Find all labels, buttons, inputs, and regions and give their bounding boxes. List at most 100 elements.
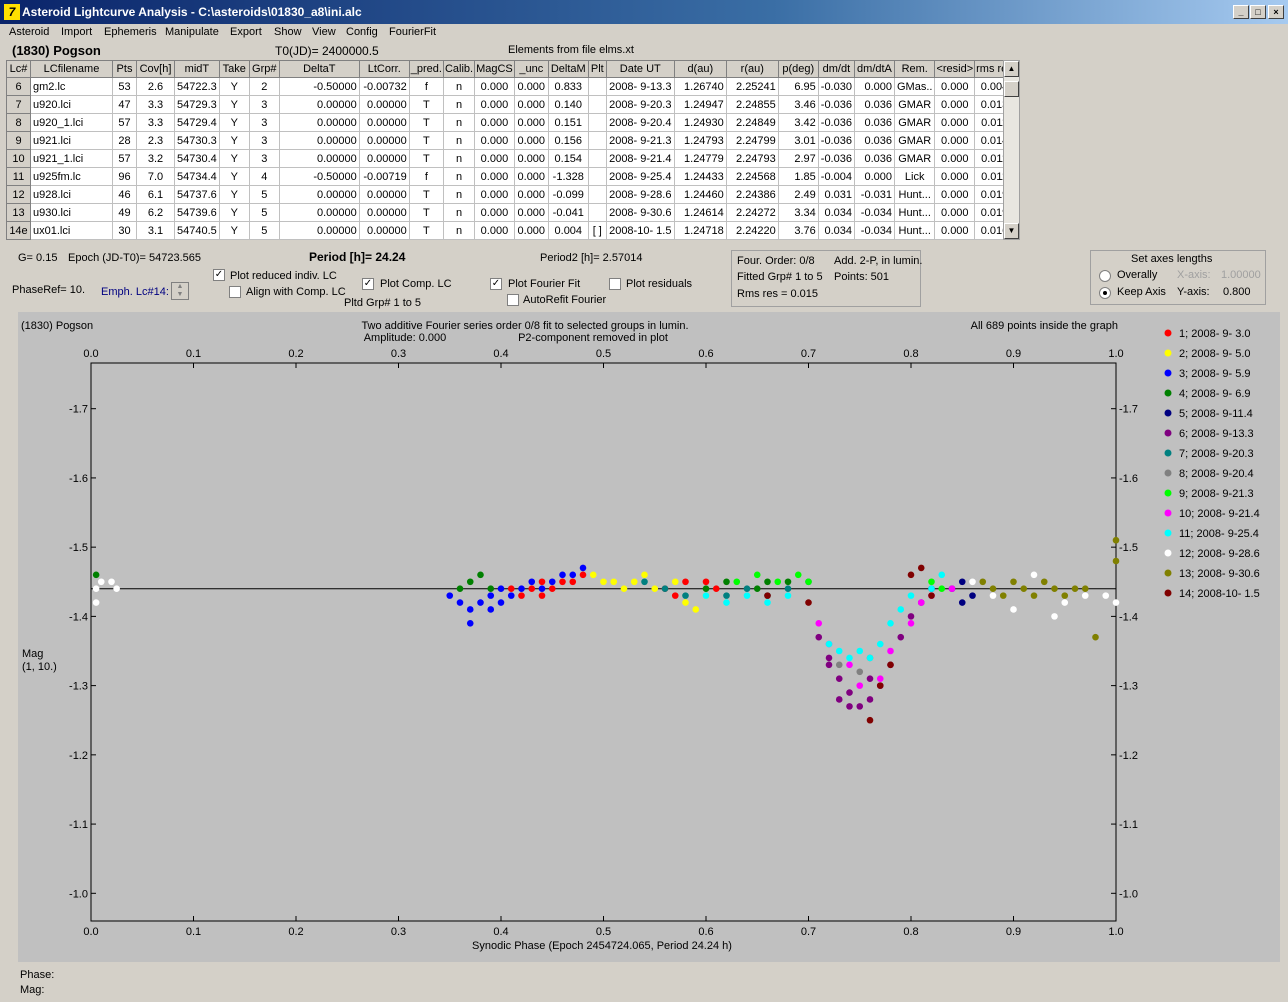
table-cell[interactable]: ux01.lci — [30, 221, 113, 240]
autorefit-checkbox[interactable] — [507, 294, 519, 306]
table-cell[interactable]: 0.000 — [474, 221, 515, 240]
table-cell[interactable]: -0.099 — [547, 185, 589, 204]
table-cell[interactable]: 0.000 — [513, 149, 549, 168]
column-header[interactable]: LCfilename — [30, 60, 113, 78]
table-cell[interactable]: 5 — [248, 203, 280, 222]
column-header[interactable]: DeltaM — [547, 60, 589, 78]
table-cell[interactable]: 2008- 9-30.6 — [605, 203, 675, 222]
table-cell[interactable]: 54739.6 — [174, 203, 220, 222]
table-cell[interactable]: -0.00732 — [358, 77, 410, 96]
column-header[interactable]: _unc — [513, 60, 549, 78]
table-cell[interactable]: 0.000 — [934, 185, 976, 204]
table-row[interactable]: 11 u925fm.lc 96 7.0 54734.4 Y 4 -0.50000 -0.0071… — [6, 167, 1015, 186]
column-header[interactable]: MagCS — [474, 60, 515, 78]
table-row[interactable]: 6 gm2.lc 53 2.6 54722.3 Y 2 -0.50000 -0.00732 f n 0… — [6, 77, 1015, 96]
table-cell[interactable]: 3.01 — [777, 131, 819, 150]
table-cell[interactable]: T — [408, 113, 444, 132]
table-cell[interactable]: 1.24718 — [673, 221, 727, 240]
table-cell[interactable]: 57 — [112, 113, 137, 132]
table-cell[interactable]: 0.000 — [853, 77, 895, 96]
table-cell[interactable]: n — [442, 203, 476, 222]
table-cell[interactable]: 2.24220 — [725, 221, 779, 240]
table-cell[interactable]: 54729.3 — [174, 95, 220, 114]
table-cell[interactable]: 1.24433 — [673, 167, 727, 186]
table-cell[interactable]: Hunt... — [893, 203, 936, 222]
menu-fourierfit[interactable]: FourierFit — [389, 26, 436, 38]
column-header[interactable]: LtCorr. — [358, 60, 410, 78]
table-cell[interactable]: n — [442, 113, 476, 132]
table-cell[interactable]: 54730.3 — [174, 131, 220, 150]
table-cell[interactable]: 4 — [248, 167, 280, 186]
table-cell[interactable]: 0.034 — [817, 203, 855, 222]
menu-config[interactable]: Config — [346, 26, 378, 38]
plot-fourier-checkbox[interactable]: ✓ — [490, 278, 502, 290]
table-cell[interactable]: 2008- 9-20.3 — [605, 95, 675, 114]
table-cell[interactable]: 0.031 — [817, 185, 855, 204]
table-cell[interactable]: Y — [218, 221, 250, 240]
menu-manipulate[interactable]: Manipulate — [165, 26, 219, 38]
table-cell[interactable]: 57 — [112, 149, 137, 168]
menu-ephemeris[interactable]: Ephemeris — [104, 26, 157, 38]
table-cell[interactable]: -0.50000 — [278, 167, 360, 186]
column-header[interactable]: r(au) — [725, 60, 779, 78]
overally-radio[interactable] — [1099, 270, 1111, 282]
table-cell[interactable]: 0.000 — [853, 167, 895, 186]
table-cell[interactable]: 0.00000 — [358, 131, 410, 150]
column-header[interactable]: dm/dt — [817, 60, 855, 78]
table-cell[interactable]: 0.00000 — [278, 131, 360, 150]
table-cell[interactable] — [587, 131, 607, 150]
table-cell[interactable]: 0.154 — [547, 149, 589, 168]
table-cell[interactable]: 5 — [248, 185, 280, 204]
table-cell[interactable]: u928.lci — [30, 185, 113, 204]
column-header[interactable]: Grp# — [248, 60, 280, 78]
table-cell[interactable]: 3 — [248, 149, 280, 168]
table-cell[interactable]: 2008- 9-21.4 — [605, 149, 675, 168]
table-cell[interactable]: 2.24386 — [725, 185, 779, 204]
row-header[interactable]: 12 — [6, 185, 31, 204]
table-cell[interactable]: 1.24614 — [673, 203, 727, 222]
table-cell[interactable]: -0.041 — [547, 203, 589, 222]
table-cell[interactable]: Y — [218, 167, 250, 186]
table-scrollbar[interactable]: ▲ ▼ — [1003, 60, 1020, 240]
table-cell[interactable]: 0.036 — [853, 95, 895, 114]
table-cell[interactable]: u920.lci — [30, 95, 113, 114]
table-cell[interactable]: Y — [218, 95, 250, 114]
table-row[interactable]: 9 u921.lci 28 2.3 54730.3 Y 3 0.00000 0.00000 Tn 0… — [6, 131, 1015, 150]
table-cell[interactable] — [587, 203, 607, 222]
table-cell[interactable]: 2.24799 — [725, 131, 779, 150]
table-cell[interactable]: n — [442, 185, 476, 204]
table-cell[interactable]: 6.1 — [136, 185, 175, 204]
table-cell[interactable] — [587, 95, 607, 114]
table-cell[interactable]: 0.00000 — [278, 113, 360, 132]
table-cell[interactable]: f — [408, 77, 444, 96]
table-cell[interactable]: 0.00000 — [358, 149, 410, 168]
table-cell[interactable]: 2.24849 — [725, 113, 779, 132]
table-cell[interactable]: 3.3 — [136, 113, 175, 132]
table-cell[interactable]: 0.000 — [474, 77, 515, 96]
table-cell[interactable]: Y — [218, 203, 250, 222]
table-cell[interactable]: 0.000 — [474, 131, 515, 150]
table-cell[interactable]: 0.000 — [474, 167, 515, 186]
table-cell[interactable]: 0.00000 — [278, 203, 360, 222]
table-cell[interactable]: Hunt... — [893, 221, 936, 240]
table-cell[interactable]: n — [442, 149, 476, 168]
table-cell[interactable]: 3.1 — [136, 221, 175, 240]
table-row[interactable]: 8 u920_1.lci 57 3.3 54729.4 Y 3 0.00000 0.00000 T… — [6, 113, 1015, 132]
column-header[interactable]: Lc# — [6, 60, 31, 78]
table-cell[interactable]: 2.6 — [136, 77, 175, 96]
table-cell[interactable]: 1.24779 — [673, 149, 727, 168]
table-cell[interactable]: Hunt... — [893, 185, 936, 204]
table-cell[interactable]: 0.00000 — [358, 221, 410, 240]
table-cell[interactable]: 2.24568 — [725, 167, 779, 186]
table-cell[interactable]: 2.3 — [136, 131, 175, 150]
table-cell[interactable]: -0.036 — [817, 131, 855, 150]
table-cell[interactable]: 3.46 — [777, 95, 819, 114]
table-cell[interactable]: T — [408, 221, 444, 240]
table-cell[interactable]: 0.000 — [513, 185, 549, 204]
table-cell[interactable]: Y — [218, 113, 250, 132]
table-cell[interactable]: 0.000 — [474, 185, 515, 204]
table-cell[interactable]: -0.036 — [817, 95, 855, 114]
minimize-button[interactable]: _ — [1233, 5, 1249, 19]
menu-view[interactable]: View — [312, 26, 336, 38]
table-cell[interactable]: 3 — [248, 131, 280, 150]
